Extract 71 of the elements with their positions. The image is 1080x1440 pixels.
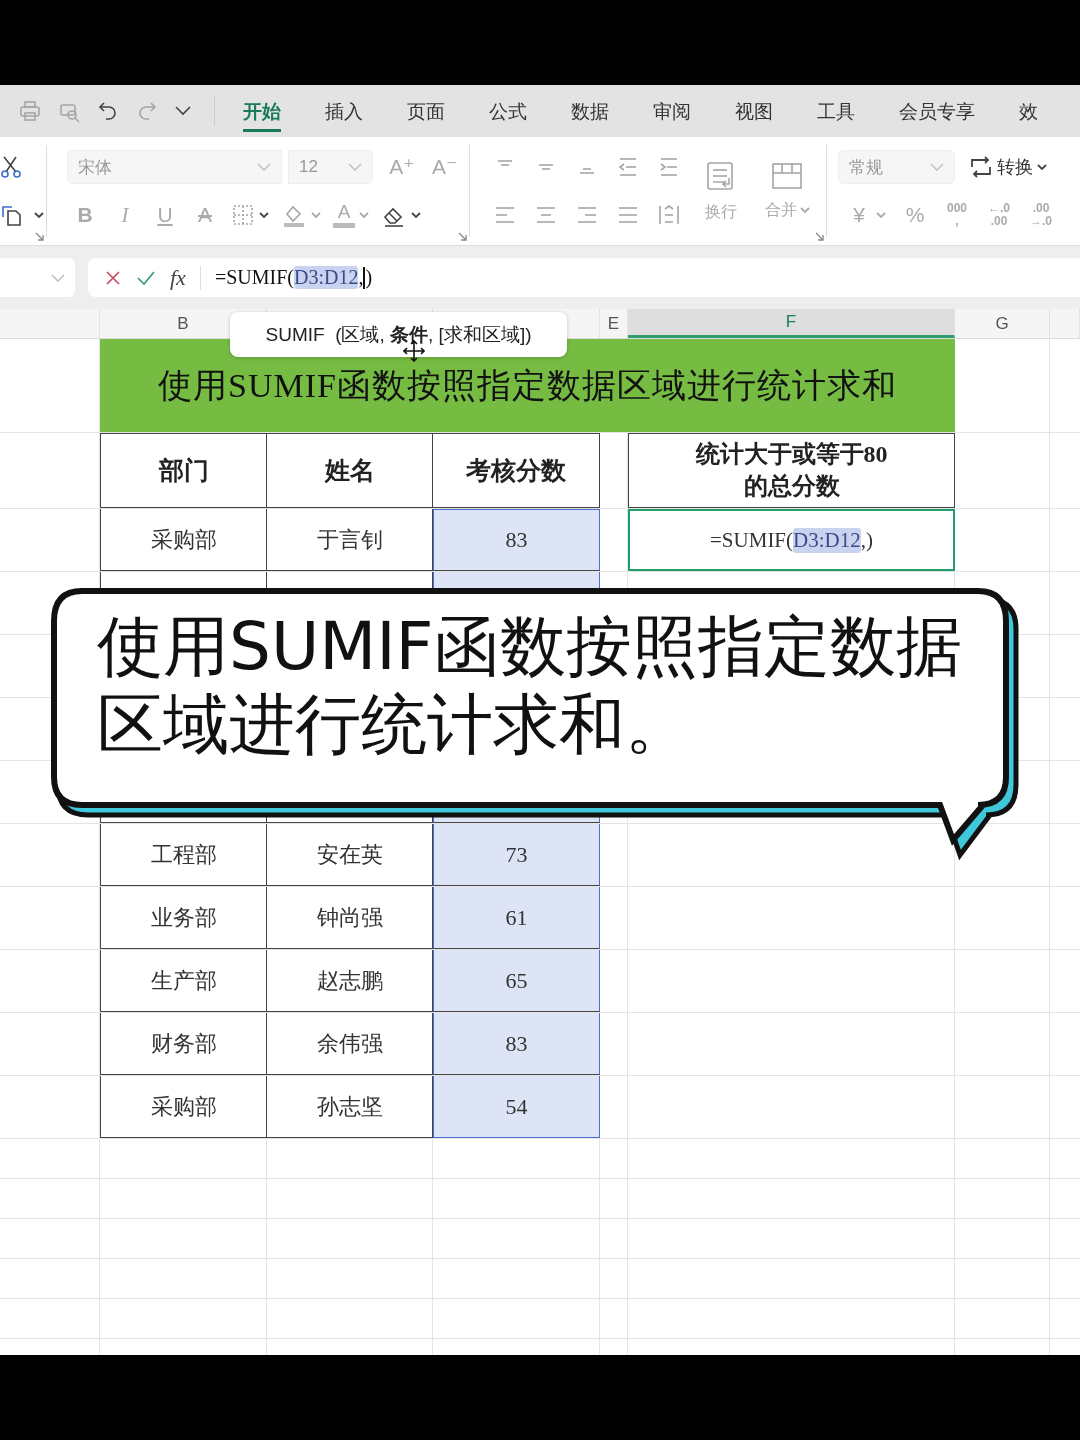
table-cell: 采购部: [100, 509, 267, 571]
column-header[interactable]: G: [955, 309, 1050, 338]
percent-button[interactable]: %: [902, 203, 928, 227]
table-cell: 73: [433, 824, 600, 886]
chevron-icon[interactable]: [51, 273, 65, 282]
font-size-button[interactable]: A⁺: [387, 155, 417, 179]
table-cell: 采购部: [100, 1076, 267, 1138]
formula-cell[interactable]: =SUMIF(D3:D12,): [628, 509, 955, 571]
text-style-button[interactable]: U: [151, 203, 179, 227]
table-cell: 83: [433, 1013, 600, 1075]
column-heading: 部门: [100, 433, 267, 508]
table-cell: 65: [433, 950, 600, 1012]
font-color-button[interactable]: A: [333, 202, 355, 228]
launcher-icon[interactable]: [815, 232, 824, 241]
function-tooltip: SUMIF (区域, 条件, [求和区域]): [230, 312, 567, 357]
table-cell: 83: [433, 509, 600, 571]
decimal-button[interactable]: ←.0 .00: [986, 202, 1012, 228]
ribbon-tab[interactable]: 数据: [571, 90, 609, 132]
table-cell: 财务部: [100, 1013, 267, 1075]
swap-arrows-icon: [969, 155, 993, 179]
font-size-button[interactable]: A⁻: [430, 155, 459, 179]
caption-text: 使用SUMIF函数按照指定数据区域进行统计求和。: [97, 608, 963, 764]
caret-icon[interactable]: [411, 212, 421, 218]
caret-icon[interactable]: [1037, 164, 1047, 170]
thousands-button[interactable]: 000 ,: [944, 202, 970, 228]
ribbon-tab[interactable]: 开始: [243, 90, 281, 132]
font-size-select[interactable]: 12: [288, 150, 374, 184]
ribbon-tab[interactable]: 审阅: [653, 90, 691, 132]
ribbon-tab[interactable]: 公式: [489, 90, 527, 132]
formula-field[interactable]: fx =SUMIF(D3:D12,): [88, 258, 1080, 297]
ribbon-tab[interactable]: 页面: [407, 90, 445, 132]
decimal-button[interactable]: .00 →.0: [1028, 202, 1054, 228]
caret-icon[interactable]: [259, 212, 269, 218]
text-style-button[interactable]: I: [111, 202, 139, 228]
table-cell: 61: [433, 887, 600, 949]
font-name-select[interactable]: 宋体: [67, 150, 282, 184]
scissors-icon[interactable]: [0, 155, 22, 179]
function-button[interactable]: fx: [170, 264, 186, 291]
launcher-icon[interactable]: [35, 232, 44, 241]
column-heading: 考核分数: [433, 433, 600, 508]
table-cell: 生产部: [100, 950, 267, 1012]
merge-cells-button[interactable]: 合并: [760, 161, 814, 221]
number-format-select[interactable]: 常规: [838, 150, 955, 184]
column-header[interactable]: F: [628, 309, 955, 338]
text-style-button[interactable]: B: [71, 203, 99, 227]
ribbon-tab[interactable]: 插入: [325, 90, 363, 132]
convert-button[interactable]: 转换: [969, 155, 1047, 179]
chevron-down-icon[interactable]: [174, 105, 192, 117]
chevron-icon[interactable]: [257, 163, 271, 171]
ribbon-tab[interactable]: 视图: [735, 90, 773, 132]
wrap-text-button[interactable]: 换行: [700, 159, 741, 223]
printer-icon[interactable]: [18, 99, 42, 123]
ribbon-tab[interactable]: 会员专享: [899, 90, 975, 132]
formula-text: =SUMIF(D3:D12,): [214, 266, 373, 289]
paste-icon[interactable]: [0, 203, 24, 227]
ribbon-tab[interactable]: 工具: [817, 90, 855, 132]
column-heading: 姓名: [267, 433, 433, 508]
table-cell: 业务部: [100, 887, 267, 949]
table-cell: 工程部: [100, 824, 267, 886]
table-cell: 54: [433, 1076, 600, 1138]
cancel-icon[interactable]: [104, 268, 122, 287]
chevron-icon[interactable]: [348, 163, 363, 171]
column-heading: 统计大于或等于80 的总分数: [628, 433, 955, 508]
launcher-icon[interactable]: [458, 232, 467, 241]
chevron-icon[interactable]: [930, 163, 944, 171]
text-style-button[interactable]: A: [191, 203, 219, 227]
merge-cells-icon: [771, 161, 803, 190]
currency-button[interactable]: ¥: [846, 203, 872, 227]
distribute-icon[interactable]: [656, 204, 681, 226]
ribbon-tab[interactable]: 效: [1019, 90, 1038, 132]
caret-icon[interactable]: [34, 212, 44, 218]
